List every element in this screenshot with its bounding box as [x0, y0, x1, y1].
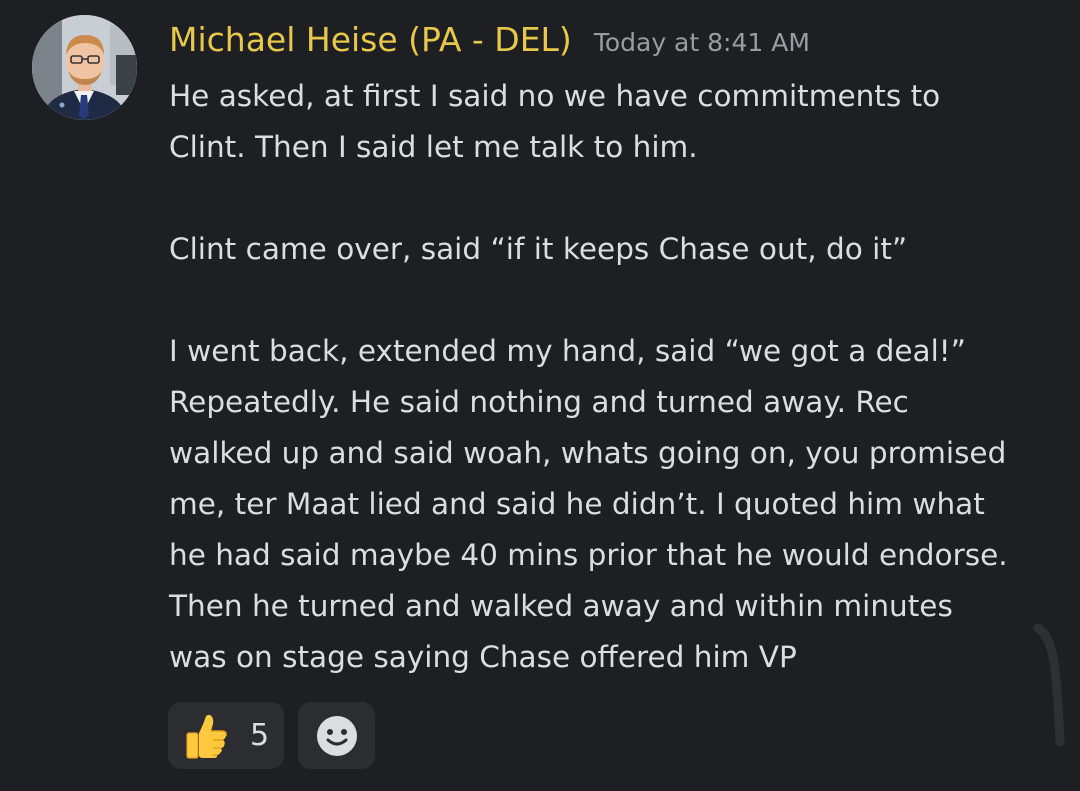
message-line: Then he turned and walked away and withi…	[169, 589, 953, 623]
message-paragraph: I went back, extended my hand, said “we …	[169, 326, 1049, 683]
scroll-indicator	[1033, 623, 1065, 747]
message-line: he had said maybe 40 mins prior that he …	[169, 538, 1008, 572]
message-paragraph: Clint came over, said “if it keeps Chase…	[169, 224, 1049, 275]
user-avatar[interactable]	[32, 15, 137, 120]
reaction-count: 5	[250, 718, 270, 753]
thumbs-up-reaction[interactable]: 5	[168, 702, 284, 769]
message-paragraph: He asked, at first I said no we have com…	[169, 71, 1049, 173]
user-avatar-photo	[32, 15, 137, 120]
message-line: I went back, extended my hand, said “we …	[169, 334, 966, 368]
message-line: He asked, at first I said no we have com…	[169, 79, 941, 113]
author-name[interactable]: Michael Heise (PA - DEL)	[169, 20, 572, 59]
reactions-bar: 5	[168, 702, 375, 769]
message-timestamp[interactable]: Today at 8:41 AM	[594, 28, 810, 57]
message-line: Clint. Then I said let me talk to him.	[169, 130, 698, 164]
chat-message: Michael Heise (PA - DEL) Today at 8:41 A…	[0, 0, 1080, 791]
message-line: was on stage saying Chase offered him VP	[169, 640, 797, 674]
message-line: Repeatedly. He said nothing and turned a…	[169, 385, 909, 419]
message-line: Clint came over, said “if it keeps Chase…	[169, 232, 908, 266]
message-body: He asked, at first I said no we have com…	[169, 71, 1049, 683]
message-header: Michael Heise (PA - DEL) Today at 8:41 A…	[169, 20, 1049, 70]
message-line: walked up and said woah, whats going on,…	[169, 436, 1007, 470]
add-reaction-smiley-icon	[316, 715, 357, 756]
add-reaction-button[interactable]	[298, 702, 375, 769]
message-content: Michael Heise (PA - DEL) Today at 8:41 A…	[169, 20, 1049, 683]
thumbs-up-icon	[186, 714, 227, 759]
message-line: me, ter Maat lied and said he didn’t. I …	[169, 487, 985, 521]
